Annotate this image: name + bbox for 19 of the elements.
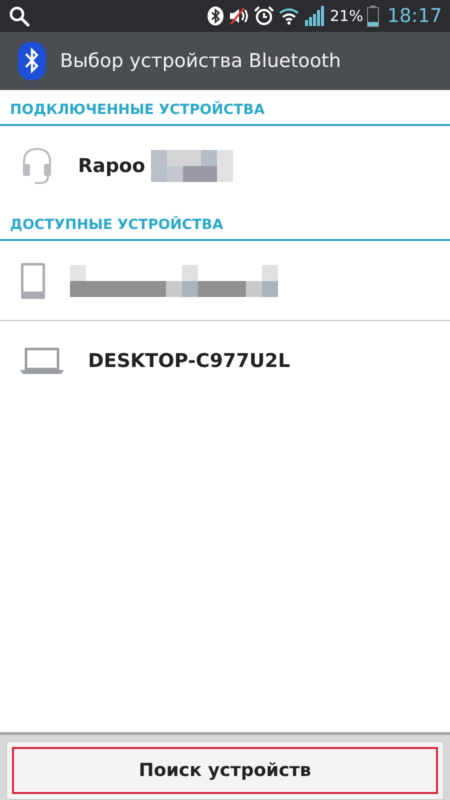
device-name[interactable]: DESKTOP-C977U2L: [88, 350, 290, 372]
section-header: ПОДКЛЮЧЕННЫЕ УСТРОЙСТВА: [0, 90, 450, 126]
muted-speaker-icon: [228, 6, 250, 26]
headset-icon: [20, 146, 54, 186]
clock-time: 18:17: [387, 5, 442, 27]
signal-icon: [304, 6, 326, 26]
phone-icon: [20, 260, 46, 300]
scan-devices-button[interactable]: Поиск устройств: [6, 741, 444, 800]
search-icon[interactable]: [8, 5, 30, 27]
wifi-icon: [278, 7, 300, 25]
alarm-clock-icon: [254, 6, 274, 26]
bluetooth-icon: [18, 42, 46, 80]
bluetooth-icon: [206, 6, 224, 26]
device-name[interactable]: Rapoo: [78, 154, 146, 176]
battery-icon: [367, 5, 380, 27]
section-header: ДОСТУПНЫЕ УСТРОЙСТВА: [0, 205, 450, 241]
battery-percent: 21%: [330, 7, 364, 25]
laptop-icon: [20, 346, 64, 374]
window-title: Выбор устройства Bluetooth: [60, 50, 341, 72]
